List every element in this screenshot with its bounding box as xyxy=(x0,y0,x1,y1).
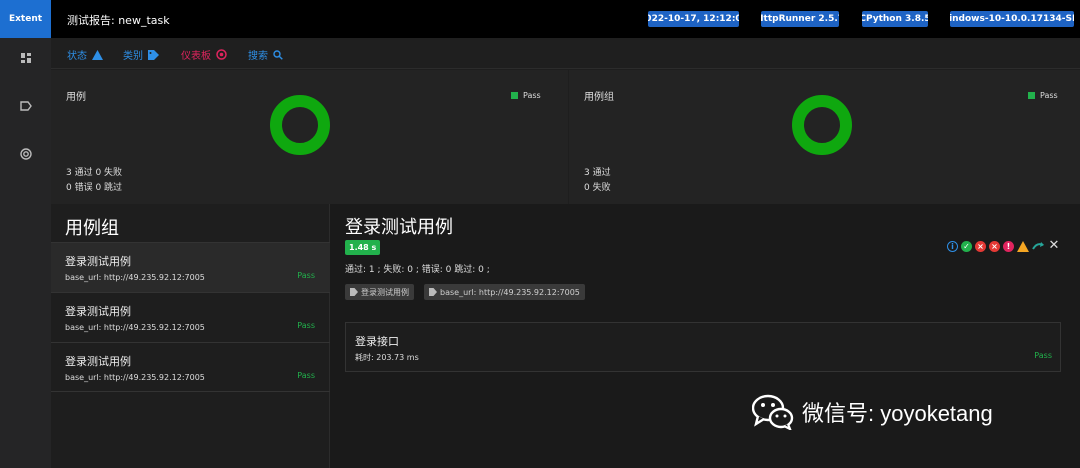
tag-icon xyxy=(350,288,358,296)
category-filter[interactable]: 类别 xyxy=(123,47,159,62)
left-nav: Extent xyxy=(0,0,51,468)
suite-tag[interactable]: 登录测试用例 xyxy=(345,284,414,300)
search-toggle-label: 搜索 xyxy=(248,51,268,62)
suite-list-title: 用例组 xyxy=(65,218,119,239)
duration-badge: 1.48 s xyxy=(345,240,381,255)
tag-icon xyxy=(429,288,437,296)
dashboard-toggle[interactable]: 仪表板 xyxy=(181,47,227,62)
suites-stat-pass: 3 通过 xyxy=(584,168,611,178)
dashboard-toggle-label: 仪表板 xyxy=(181,51,211,62)
clear-filter-icon[interactable]: ✕ xyxy=(1048,239,1060,252)
top-bar: 测试报告: new_task 2022-10-17, 12:12:00 Http… xyxy=(51,0,1080,38)
list-item-url: base_url: http://49.235.92.12:7005 xyxy=(65,323,205,332)
dashboard-chart-icon xyxy=(216,49,227,60)
sub-nav: 状态 类别 仪表板 搜索 xyxy=(51,38,1080,69)
tests-stat-error-skip: 0 错误 0 跳过 xyxy=(66,183,123,193)
python-badge: CPython 3.8.5 xyxy=(862,11,928,27)
list-item-name: 登录测试用例 xyxy=(65,305,131,318)
suites-stat-fail: 0 失败 xyxy=(584,183,611,193)
step-name: 登录接口 xyxy=(355,335,399,348)
error-icon[interactable]: × xyxy=(989,240,1000,252)
category-filter-label: 类别 xyxy=(123,51,143,62)
list-item[interactable]: 登录测试用例 base_url: http://49.235.92.12:700… xyxy=(51,292,330,342)
suites-legend-label: Pass xyxy=(1040,91,1058,100)
suites-card: 用例组 Pass 3 通过 0 失败 xyxy=(569,70,1080,204)
warning-icon[interactable] xyxy=(1017,240,1029,252)
suites-donut-chart xyxy=(792,95,852,155)
chart-icon[interactable] xyxy=(0,142,51,166)
tests-donut-chart xyxy=(270,95,330,155)
step-status: Pass xyxy=(1034,351,1052,360)
list-item-status: Pass xyxy=(297,321,315,330)
suite-tag-label: 登录测试用例 xyxy=(361,287,409,297)
suites-card-title: 用例组 xyxy=(584,92,614,103)
watermark-text: 微信号: yoyoketang xyxy=(802,401,993,426)
list-item[interactable]: 登录测试用例 base_url: http://49.235.92.12:700… xyxy=(51,242,330,292)
base-url-tag[interactable]: base_url: http://49.235.92.12:7005 xyxy=(424,284,585,300)
fatal-icon[interactable]: ! xyxy=(1003,240,1014,252)
wechat-watermark: 微信号: yoyoketang xyxy=(751,394,993,432)
list-item-status: Pass xyxy=(297,371,315,380)
warning-triangle-icon xyxy=(92,49,103,60)
list-item-url: base_url: http://49.235.92.12:7005 xyxy=(65,273,205,282)
search-toggle[interactable]: 搜索 xyxy=(248,47,283,62)
httprunner-badge: HttpRunner 2.5.7 xyxy=(761,11,839,27)
status-filter-label: 状态 xyxy=(67,51,87,62)
status-filter[interactable]: 状态 xyxy=(67,47,103,62)
pass-legend-swatch xyxy=(1028,92,1035,99)
skip-arrow-icon[interactable] xyxy=(1032,241,1045,251)
tests-stat-pass-fail: 3 通过 0 失败 xyxy=(66,168,123,178)
pass-check-icon[interactable]: ✓ xyxy=(961,240,972,252)
brand-logo[interactable]: Extent xyxy=(0,0,51,38)
step-duration: 耗时: 203.73 ms xyxy=(355,353,419,362)
test-step[interactable]: 登录接口 耗时: 203.73 ms Pass xyxy=(345,322,1061,372)
tests-legend-label: Pass xyxy=(523,91,541,100)
tests-legend[interactable]: Pass xyxy=(511,91,541,100)
list-item-url: base_url: http://49.235.92.12:7005 xyxy=(65,373,205,382)
suites-legend[interactable]: Pass xyxy=(1028,91,1058,100)
list-item-status: Pass xyxy=(297,271,315,280)
detail-counts: 通过: 1 ; 失败: 0 ; 错误: 0 跳过: 0 ; xyxy=(345,265,490,275)
list-item[interactable]: 登录测试用例 base_url: http://49.235.92.12:700… xyxy=(51,342,330,392)
fail-icon[interactable]: × xyxy=(975,240,986,252)
tests-card: 用例 Pass 3 通过 0 失败 0 错误 0 跳过 xyxy=(51,70,568,204)
list-item-name: 登录测试用例 xyxy=(65,255,131,268)
tests-card-title: 用例 xyxy=(66,92,86,103)
tag-icon[interactable] xyxy=(0,94,51,118)
info-icon[interactable]: i xyxy=(947,240,958,252)
search-icon xyxy=(273,49,283,60)
detail-title: 登录测试用例 xyxy=(345,217,453,238)
tag-icon xyxy=(148,49,159,60)
status-filter-icons: i ✓ × × ! ✕ xyxy=(947,239,1060,252)
os-badge: Windows-10-10.0.17134-SP0 xyxy=(950,11,1074,27)
pass-legend-swatch xyxy=(511,92,518,99)
suite-list-panel: 用例组 登录测试用例 base_url: http://49.235.92.12… xyxy=(51,204,330,468)
base-url-tag-label: base_url: http://49.235.92.12:7005 xyxy=(440,287,580,297)
dashboard-icon[interactable] xyxy=(0,46,51,70)
date-badge: 2022-10-17, 12:12:00 xyxy=(648,11,739,27)
wechat-logo-icon xyxy=(751,394,794,432)
report-title: 测试报告: new_task xyxy=(67,14,170,27)
list-item-name: 登录测试用例 xyxy=(65,355,131,368)
